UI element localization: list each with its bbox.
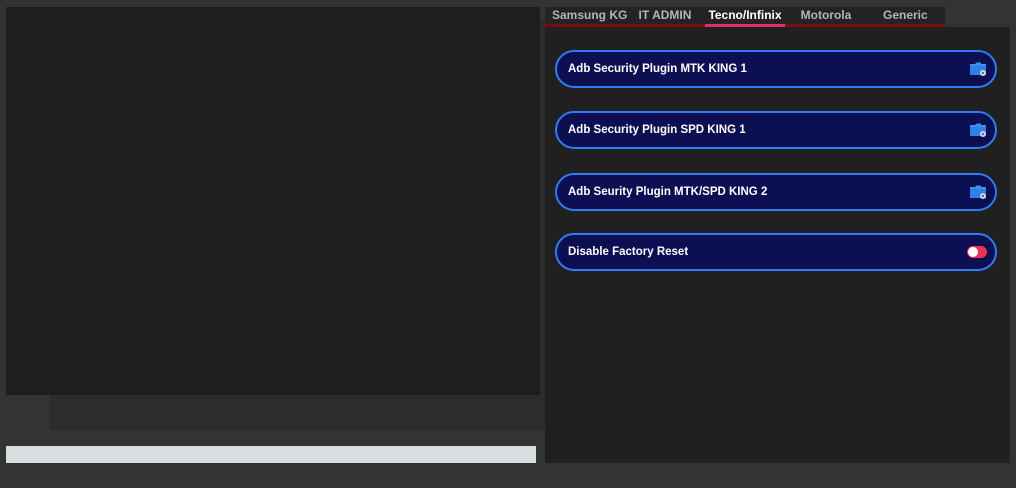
option-label: Disable Factory Reset bbox=[568, 246, 689, 258]
plugin-folder-icon bbox=[970, 185, 986, 199]
toggle-knob bbox=[968, 247, 978, 257]
brand-tab-bar: Samsung KG IT ADMIN Tecno/Infinix Motoro… bbox=[545, 7, 945, 27]
adb-security-plugin-spd-king-1-button[interactable]: Adb Security Plugin SPD KING 1 bbox=[555, 111, 997, 149]
option-label: Adb Security Plugin MTK KING 1 bbox=[568, 63, 747, 75]
adb-security-plugin-mtk-spd-king-2-button[interactable]: Adb Seurity Plugin MTK/SPD KING 2 bbox=[555, 173, 997, 211]
tecno-infinix-options-panel: Adb Security Plugin MTK KING 1 Adb Secur… bbox=[545, 27, 1010, 463]
plugin-folder-icon bbox=[970, 62, 986, 76]
plugin-folder-icon bbox=[970, 123, 986, 137]
tab-motorola[interactable]: Motorola bbox=[799, 7, 853, 24]
log-output-panel bbox=[6, 7, 540, 395]
option-label: Adb Seurity Plugin MTK/SPD KING 2 bbox=[568, 186, 768, 198]
disable-factory-reset-toggle[interactable] bbox=[967, 246, 987, 258]
tab-generic[interactable]: Generic bbox=[883, 7, 928, 24]
tab-tecno-infinix[interactable]: Tecno/Infinix bbox=[705, 7, 785, 27]
disable-factory-reset-option: Disable Factory Reset bbox=[555, 233, 997, 271]
progress-bar bbox=[6, 446, 536, 463]
option-label: Adb Security Plugin SPD KING 1 bbox=[568, 124, 746, 136]
adb-security-plugin-mtk-king-1-button[interactable]: Adb Security Plugin MTK KING 1 bbox=[555, 50, 997, 88]
tab-samsung-kg[interactable]: Samsung KG bbox=[552, 7, 627, 24]
tab-it-admin[interactable]: IT ADMIN bbox=[637, 7, 693, 24]
